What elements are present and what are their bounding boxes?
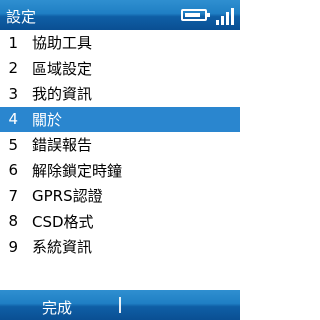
title-bar: 設定 xyxy=(0,0,240,30)
item-label: 系統資訊 xyxy=(32,238,93,257)
item-label: 我的資訊 xyxy=(32,85,93,104)
item-number: 3 xyxy=(8,84,18,103)
item-number: 1 xyxy=(8,33,18,52)
settings-list: 1 協助工具 2 區域設定 3 我的資訊 4 關於 5 錯誤報告 6 解除鎖定時… xyxy=(0,30,240,260)
list-item-error-reporting[interactable]: 5 錯誤報告 xyxy=(0,132,240,158)
list-item-about[interactable]: 4 關於 xyxy=(0,106,240,132)
item-label: 協助工具 xyxy=(32,34,93,53)
list-item-csd-format[interactable]: 8 CSD格式 xyxy=(0,209,240,235)
page-title: 設定 xyxy=(6,8,37,26)
list-item-accessibility[interactable]: 1 協助工具 xyxy=(0,30,240,56)
softkey-divider xyxy=(119,297,121,313)
item-label: GPRS認證 xyxy=(32,187,103,206)
item-number: 7 xyxy=(8,186,18,205)
list-item-unlock-timer[interactable]: 6 解除鎖定時鐘 xyxy=(0,158,240,184)
item-number: 6 xyxy=(8,161,18,180)
item-label: CSD格式 xyxy=(32,212,94,231)
list-item-regional-settings[interactable]: 2 區域設定 xyxy=(0,56,240,82)
status-area xyxy=(181,5,234,25)
softkey-bar: 完成 xyxy=(0,290,240,320)
battery-icon xyxy=(181,9,210,21)
signal-bar xyxy=(226,12,229,25)
item-label: 區域設定 xyxy=(32,59,93,78)
done-softkey[interactable]: 完成 xyxy=(42,297,72,318)
battery-level-fill xyxy=(185,13,200,17)
signal-bar xyxy=(216,20,219,25)
signal-bar xyxy=(231,8,234,25)
item-number: 8 xyxy=(8,212,18,231)
list-item-system-information[interactable]: 9 系統資訊 xyxy=(0,234,240,260)
item-number: 2 xyxy=(8,59,18,78)
signal-bar xyxy=(221,16,224,25)
item-label: 解除鎖定時鐘 xyxy=(32,161,123,180)
item-number: 9 xyxy=(8,237,18,256)
item-label: 關於 xyxy=(32,110,63,129)
list-item-owner-information[interactable]: 3 我的資訊 xyxy=(0,81,240,107)
list-item-gprs-authentication[interactable]: 7 GPRS認證 xyxy=(0,183,240,209)
item-number: 4 xyxy=(8,110,18,129)
item-number: 5 xyxy=(8,135,18,154)
item-label: 錯誤報告 xyxy=(32,136,93,155)
signal-strength-icon xyxy=(216,7,234,25)
